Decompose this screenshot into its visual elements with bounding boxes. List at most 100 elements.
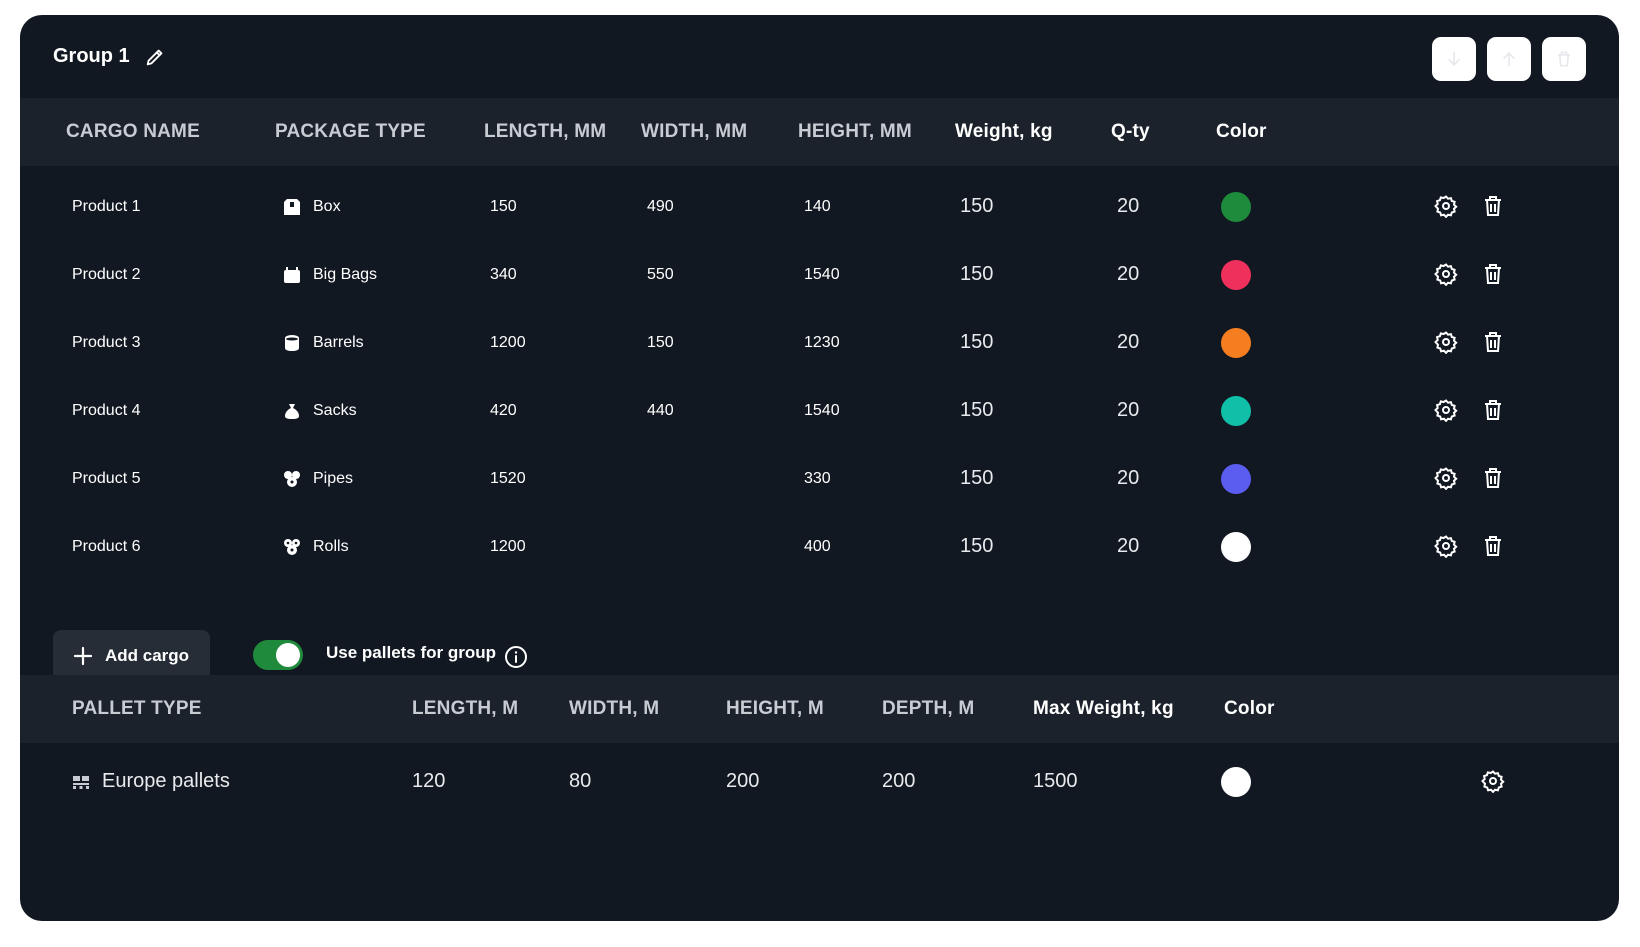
pallet-width-value: 80 [569, 770, 592, 792]
package-type: Box [283, 171, 341, 242]
pallet-table-header: PALLET TYPE LENGTH, M WIDTH, M HEIGHT, M… [20, 675, 1619, 743]
delete-group-button[interactable] [1542, 37, 1586, 81]
color-swatch[interactable] [1221, 192, 1251, 222]
delete-row-button[interactable] [1481, 194, 1505, 218]
qty-value: 20 [1117, 195, 1140, 217]
trash-icon [1485, 400, 1501, 420]
table-row: Europe pallets 120 80 200 200 1500 [20, 746, 1619, 817]
cargo-group-card: Group 1 CARGO NAME PACKAGE TYPE LENGTH, … [20, 15, 1619, 921]
rolls-icon [284, 538, 300, 555]
toggle-knob [276, 643, 300, 667]
weight-value: 150 [960, 467, 994, 489]
qty-value: 20 [1117, 467, 1140, 489]
delete-row-button[interactable] [1481, 466, 1505, 490]
gear-icon [1434, 263, 1458, 287]
pipes-icon [284, 470, 300, 487]
move-down-button[interactable] [1432, 37, 1476, 81]
pallet-icon [73, 775, 89, 789]
table-row: Product 1 Box 150 490 140 150 20 [20, 171, 1619, 242]
group-title: Group 1 [53, 45, 130, 67]
settings-button[interactable] [1434, 466, 1458, 491]
qty-value: 20 [1117, 263, 1140, 285]
col-height: HEIGHT, MM [798, 121, 912, 142]
col-pallet-type: PALLET TYPE [72, 698, 202, 719]
qty-value: 20 [1117, 535, 1140, 557]
width-value: 490 [647, 198, 674, 215]
color-swatch[interactable] [1221, 767, 1251, 797]
arrow-up-icon [1503, 51, 1515, 67]
col-width: WIDTH, MM [641, 121, 748, 142]
sack-icon [285, 403, 299, 419]
weight-value: 150 [960, 535, 994, 557]
height-value: 1540 [804, 266, 840, 283]
gear-icon [1434, 195, 1458, 219]
col-color: Color [1216, 121, 1267, 142]
col-length: LENGTH, MM [484, 121, 607, 142]
length-value: 150 [490, 198, 517, 215]
pencil-icon[interactable] [144, 46, 166, 68]
table-row: Product 5 Pipes 1520 330 150 20 [20, 443, 1619, 514]
weight-value: 150 [960, 263, 994, 285]
width-value: 150 [647, 334, 674, 351]
qty-value: 20 [1117, 331, 1140, 353]
weight-value: 150 [960, 399, 994, 421]
settings-button[interactable] [1434, 330, 1458, 355]
cargo-name: Product 2 [72, 266, 141, 283]
gear-icon [1434, 331, 1458, 355]
col-max-weight: Max Weight, kg [1033, 698, 1174, 719]
cargo-name: Product 6 [72, 538, 141, 555]
barrel-icon [285, 334, 299, 351]
weight-value: 150 [960, 331, 994, 353]
package-type: Barrels [283, 307, 364, 378]
package-type: Big Bags [283, 239, 377, 310]
color-swatch[interactable] [1221, 396, 1251, 426]
col-pallet-width: WIDTH, M [569, 698, 660, 719]
pallet-depth-value: 200 [882, 770, 916, 792]
move-up-button[interactable] [1487, 37, 1531, 81]
pallet-length-value: 120 [412, 770, 446, 792]
color-swatch[interactable] [1221, 260, 1251, 290]
pallet-type: Europe pallets [72, 746, 230, 817]
height-value: 400 [804, 538, 831, 555]
table-row: Product 4 Sacks 420 440 1540 150 20 [20, 375, 1619, 446]
width-value: 550 [647, 266, 674, 283]
color-swatch[interactable] [1221, 464, 1251, 494]
table-row: Product 3 Barrels 1200 150 1230 150 20 [20, 307, 1619, 378]
gear-icon [1434, 535, 1458, 559]
trash-icon [1485, 264, 1501, 284]
length-value: 420 [490, 402, 517, 419]
table-row: Product 2 Big Bags 340 550 1540 150 20 [20, 239, 1619, 310]
box-icon [284, 198, 300, 215]
delete-row-button[interactable] [1481, 330, 1505, 354]
pallet-max-weight-value: 1500 [1033, 770, 1078, 792]
col-pallet-length: LENGTH, M [412, 698, 519, 719]
settings-button[interactable] [1434, 194, 1458, 219]
color-swatch[interactable] [1221, 328, 1251, 358]
settings-button[interactable] [1434, 534, 1458, 559]
cargo-name: Product 3 [72, 334, 141, 351]
plus-icon [73, 646, 93, 666]
qty-value: 20 [1117, 399, 1140, 421]
settings-button[interactable] [1434, 398, 1458, 423]
col-qty: Q-ty [1111, 121, 1150, 142]
trash-icon [1485, 536, 1501, 556]
use-pallets-toggle[interactable] [253, 640, 303, 670]
arrow-down-icon [1448, 51, 1460, 67]
col-cargo-name: CARGO NAME [66, 121, 200, 142]
settings-button[interactable] [1434, 262, 1458, 287]
delete-row-button[interactable] [1481, 398, 1505, 422]
cargo-name: Product 1 [72, 198, 141, 215]
big-bag-icon [284, 266, 300, 283]
width-value: 440 [647, 402, 674, 419]
use-pallets-label: Use pallets for group [326, 643, 497, 662]
package-type: Sacks [283, 375, 357, 446]
delete-row-button[interactable] [1481, 534, 1505, 558]
color-swatch[interactable] [1221, 532, 1251, 562]
delete-row-button[interactable] [1481, 262, 1505, 286]
length-value: 1520 [490, 470, 526, 487]
settings-button[interactable] [1481, 769, 1505, 794]
length-value: 340 [490, 266, 517, 283]
trash-icon [1485, 196, 1501, 216]
group-actions [1432, 37, 1586, 81]
info-icon[interactable] [504, 645, 528, 669]
